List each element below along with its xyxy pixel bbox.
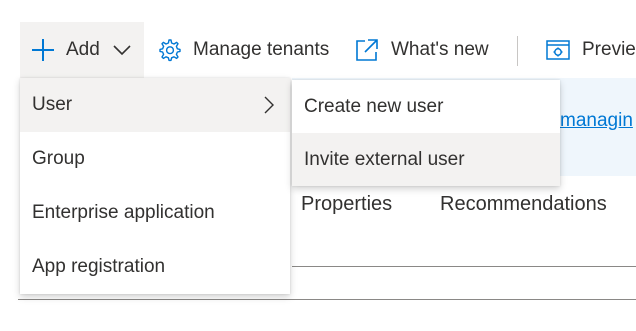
submenu-item-invite-external-user[interactable]: Invite external user (292, 133, 560, 186)
menu-item-label: App registration (32, 256, 166, 277)
preview-button[interactable]: Previe (545, 22, 636, 78)
menu-item-label: Group (32, 148, 85, 169)
gear-icon (159, 39, 181, 62)
toolbar-divider (517, 36, 518, 66)
whats-new-label: What's new (391, 39, 489, 60)
command-bar: Add Manage tenants What's new Previe (0, 22, 636, 78)
content-divider (18, 299, 636, 300)
manage-tenants-button[interactable]: Manage tenants (156, 22, 329, 78)
whats-new-button[interactable]: What's new (354, 22, 489, 78)
add-menu: User Group Enterprise application App re… (20, 78, 290, 294)
preview-settings-icon (546, 40, 570, 60)
submenu-item-label: Create new user (304, 95, 444, 117)
menu-item-app-registration[interactable]: App registration (20, 240, 290, 294)
chevron-right-icon (264, 96, 274, 114)
open-external-icon (356, 39, 378, 61)
menu-item-group[interactable]: Group (20, 132, 290, 186)
menu-item-enterprise-application[interactable]: Enterprise application (20, 186, 290, 240)
tabs-divider (292, 266, 636, 267)
add-button-label: Add (66, 39, 100, 60)
menu-item-user[interactable]: User (20, 78, 290, 132)
user-submenu: Create new user Invite external user (292, 80, 560, 186)
info-banner-link[interactable]: managin (560, 110, 633, 132)
add-button[interactable]: Add (20, 22, 144, 78)
tab-recommendations[interactable]: Recommendations (440, 193, 607, 216)
menu-item-label: User (32, 94, 73, 115)
chevron-down-icon (113, 45, 131, 56)
preview-label: Previe (582, 39, 636, 60)
manage-tenants-label: Manage tenants (193, 39, 330, 60)
plus-icon (32, 39, 54, 61)
menu-item-label: Enterprise application (32, 202, 215, 223)
submenu-item-label: Invite external user (304, 148, 465, 170)
tab-properties[interactable]: Properties (301, 193, 392, 216)
submenu-item-create-new-user[interactable]: Create new user (292, 80, 560, 133)
